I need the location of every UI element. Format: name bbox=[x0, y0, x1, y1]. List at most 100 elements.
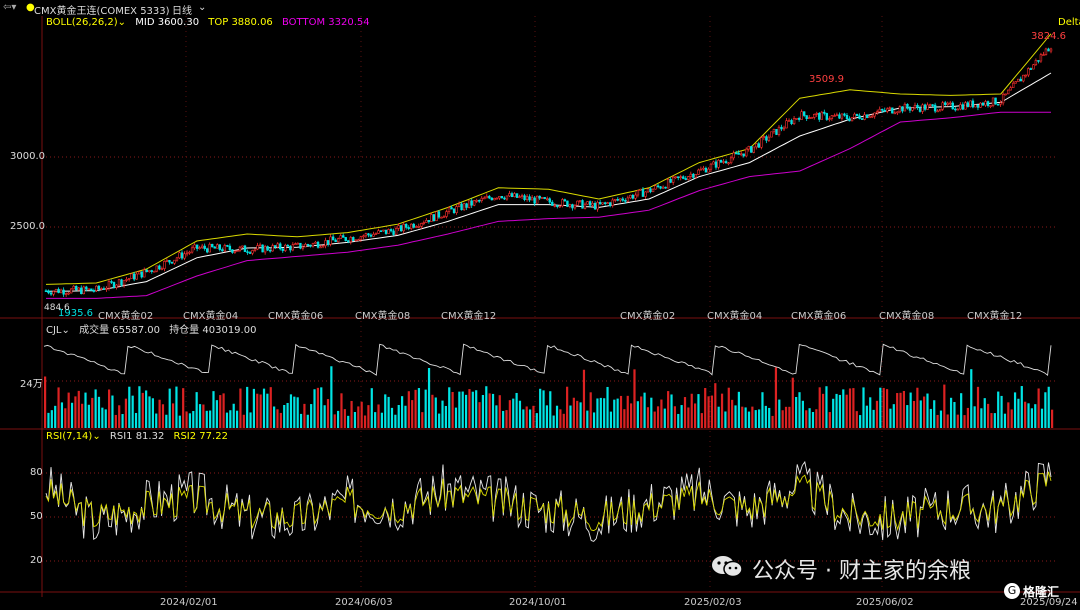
candle-body bbox=[1006, 89, 1010, 95]
candle-body bbox=[865, 114, 869, 119]
volume-bar bbox=[609, 411, 613, 428]
candle-body bbox=[596, 201, 599, 210]
volume-bar bbox=[660, 399, 663, 428]
volume-bar bbox=[656, 406, 660, 428]
volume-bar bbox=[434, 397, 437, 428]
candle-body bbox=[838, 114, 841, 119]
volume-bar bbox=[118, 405, 121, 428]
candle-body bbox=[853, 113, 856, 118]
candle-body bbox=[1001, 93, 1005, 104]
volume-bar bbox=[572, 397, 575, 428]
volume-bar bbox=[801, 400, 804, 428]
candle-body bbox=[881, 108, 884, 111]
volume-bar bbox=[912, 400, 916, 428]
boll-chevron-icon[interactable]: ⌄ bbox=[118, 17, 126, 28]
candle-body bbox=[568, 204, 572, 207]
candle-body bbox=[898, 106, 902, 113]
volume-bar bbox=[515, 392, 518, 428]
volume-bar bbox=[50, 410, 53, 428]
volume-bar bbox=[397, 405, 400, 428]
candle-body bbox=[546, 198, 549, 201]
cjl-label[interactable]: CJL bbox=[46, 325, 62, 336]
candle-body bbox=[289, 245, 292, 251]
volume-bar bbox=[717, 406, 720, 428]
volume-bar bbox=[956, 414, 959, 428]
candle-body bbox=[228, 245, 232, 250]
volume-bar bbox=[60, 402, 64, 428]
volume-bar bbox=[963, 415, 966, 428]
candle-body bbox=[437, 211, 441, 218]
volume-bar bbox=[195, 392, 198, 428]
candle-body bbox=[490, 197, 494, 201]
candle-body bbox=[450, 207, 453, 210]
candle-body bbox=[644, 191, 647, 197]
candle-body bbox=[442, 216, 446, 218]
volume-bar bbox=[896, 393, 899, 428]
candle-body bbox=[291, 244, 295, 251]
volume-bar bbox=[131, 395, 134, 428]
candle-body bbox=[178, 252, 181, 259]
volume-bar bbox=[242, 414, 245, 428]
candle-body bbox=[566, 200, 569, 207]
volume-bar bbox=[704, 388, 707, 428]
candle-body bbox=[976, 104, 980, 108]
candle-body bbox=[392, 230, 395, 235]
volume-bar bbox=[923, 396, 926, 428]
candle-body bbox=[143, 269, 146, 278]
x-date-label: 2025/02/03 bbox=[684, 597, 742, 608]
volume-bar bbox=[178, 415, 181, 428]
volume-bar bbox=[616, 398, 619, 428]
volume-bar bbox=[1000, 395, 1003, 428]
candle-body bbox=[518, 196, 521, 198]
candle-body bbox=[102, 288, 106, 290]
volume-bar bbox=[535, 413, 538, 428]
volume-bar bbox=[569, 405, 572, 428]
candle-body bbox=[241, 245, 244, 248]
delta-label: Delta bbox=[1058, 17, 1080, 28]
candle-body bbox=[959, 104, 962, 110]
volume-bar bbox=[44, 376, 47, 428]
volume-bar bbox=[330, 366, 333, 428]
volume-bar bbox=[512, 398, 515, 428]
volume-bar bbox=[784, 406, 788, 428]
volume-bar bbox=[343, 409, 346, 428]
volume-bar bbox=[885, 389, 889, 428]
candle-body bbox=[457, 203, 461, 207]
volume-bar bbox=[545, 405, 549, 428]
boll-label[interactable]: BOLL(26,26,2) bbox=[46, 17, 118, 28]
candle-body bbox=[321, 245, 325, 248]
volume-bar bbox=[818, 387, 821, 428]
candle-body bbox=[135, 273, 138, 280]
volume-bar bbox=[431, 394, 434, 428]
volume-bar bbox=[151, 398, 154, 428]
candle-body bbox=[752, 146, 755, 153]
candle-body bbox=[694, 174, 698, 178]
candle-body bbox=[319, 246, 322, 249]
candle-body bbox=[455, 206, 458, 213]
candle-body bbox=[533, 197, 536, 204]
volume-bar bbox=[158, 399, 161, 428]
volume-bar bbox=[424, 389, 427, 428]
candle-body bbox=[984, 101, 987, 106]
x-date-label: 2025/06/02 bbox=[856, 597, 914, 608]
rsi-chevron-icon[interactable]: ⌄ bbox=[92, 431, 100, 442]
candle-body bbox=[543, 197, 546, 200]
candle-body bbox=[830, 115, 834, 119]
candle-body bbox=[95, 285, 98, 292]
candle-body bbox=[268, 249, 272, 252]
candle-body bbox=[1012, 82, 1015, 88]
brand-name: 格隆汇 bbox=[1023, 585, 1060, 599]
cjl-chevron-icon[interactable]: ⌄ bbox=[62, 325, 70, 336]
candle-body bbox=[286, 244, 290, 247]
volume-bar bbox=[97, 396, 101, 428]
candle-body bbox=[606, 202, 609, 204]
volume-bar bbox=[461, 391, 464, 428]
volume-bar bbox=[451, 391, 454, 428]
watermark-text: 公众号 · 财主家的余粮 bbox=[752, 559, 971, 584]
candle-body bbox=[336, 238, 340, 243]
volume-label: 成交量 65587.00 bbox=[79, 325, 160, 336]
candle-body bbox=[173, 259, 176, 264]
volume-bar bbox=[778, 399, 781, 428]
volume-bar bbox=[306, 414, 309, 428]
rsi-label[interactable]: RSI(7,14) bbox=[46, 431, 92, 442]
